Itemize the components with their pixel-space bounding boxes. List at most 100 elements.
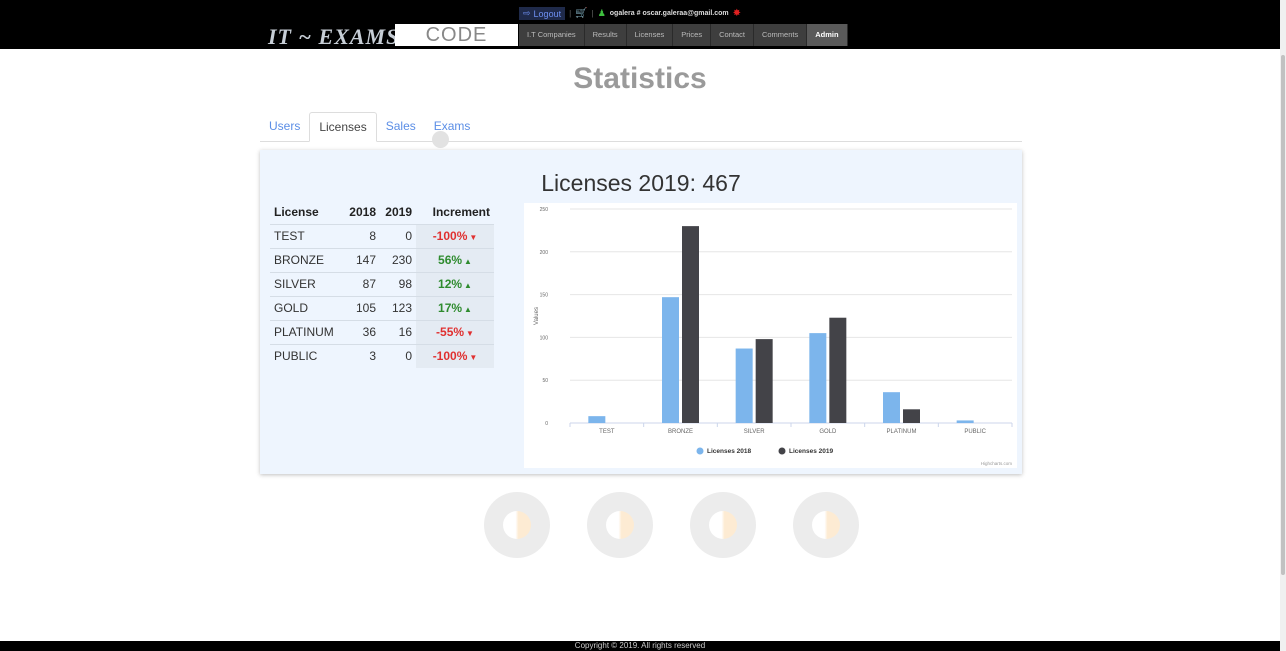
page-title: Statistics — [573, 62, 707, 95]
card-title: Licenses 2019: 467 — [541, 170, 741, 196]
value-2018-cell-text: 3 — [369, 349, 376, 364]
loading-spinner — [484, 492, 550, 558]
increment-cell: -100% ▼ — [416, 343, 494, 368]
increment-cell-text: 17% — [438, 301, 463, 315]
logout-icon: ⇨ — [523, 8, 531, 18]
license-cell-text: PUBLIC — [274, 349, 318, 364]
bar-2018 — [735, 348, 753, 423]
value-2019-cell: 98 — [380, 271, 416, 296]
license-cell: PUBLIC — [270, 343, 342, 368]
user-email[interactable]: ogalera # oscar.galeraa@gmail.com — [610, 10, 729, 17]
spinner-core — [503, 511, 531, 539]
trend-up-icon: ▲ — [464, 305, 472, 314]
value-2018-cell-text: 105 — [355, 301, 376, 315]
bar-2019 — [903, 409, 920, 423]
bar-2018 — [662, 297, 679, 423]
bar-chart-svg: 0 50 100 150 200 250 Values TEST BRONZE SILVER GOL… — [534, 207, 1013, 466]
legend-label: Licenses 2019 — [789, 448, 833, 455]
nav-prices[interactable]: Prices — [673, 24, 712, 46]
legend-marker — [778, 447, 786, 455]
value-2018-cell: 8 — [342, 223, 380, 248]
tab-sales[interactable]: Sales — [377, 112, 425, 142]
nav-licenses[interactable]: Licenses — [626, 24, 674, 46]
value-2018-cell-text: 87 — [362, 277, 376, 291]
logout-label: Logout — [533, 8, 562, 19]
licenses-card: Licenses 2019: 467 License 2018 2019 Inc… — [260, 150, 1022, 474]
value-2019-cell-text: 0 — [405, 229, 412, 243]
trend-up-icon: ▲ — [464, 257, 472, 266]
value-2019-cell: 0 — [380, 343, 416, 368]
site-logo[interactable]: IT ~ EXAMS — [268, 24, 399, 50]
table-row: GOLD 105 123 17% ▲ — [270, 295, 494, 320]
column-header: 2018 — [349, 204, 376, 219]
increment-cell: -100% ▼ — [416, 223, 494, 248]
value-2018-cell: 36 — [342, 319, 380, 344]
y-tick-label: 150 — [540, 293, 549, 299]
tab-users[interactable]: Users — [260, 112, 309, 142]
x-tick-label: GOLD — [819, 429, 837, 435]
user-bar: ⇨ Logout | 🛒 | ♟ ogalera # oscar.galeraa… — [519, 6, 741, 21]
value-2018-cell-text: 36 — [362, 325, 376, 339]
loading-spinner — [690, 492, 756, 558]
nav-contact[interactable]: Contact — [711, 24, 754, 46]
x-tick-label: BRONZE — [668, 429, 693, 435]
x-tick-label: TEST — [599, 429, 615, 435]
increment-cell: 17% ▲ — [416, 295, 494, 320]
bar-2018 — [809, 333, 827, 423]
licenses-chart: 0 50 100 150 200 250 Values TEST BRONZE SILVER GOL… — [524, 203, 1017, 468]
nav-it-companies[interactable]: I.T Companies — [519, 24, 585, 46]
stats-tabs: Users Licenses Sales Exams — [260, 112, 1022, 142]
increment-cell: 12% ▲ — [416, 271, 494, 296]
value-2018-cell: 105 — [342, 295, 380, 320]
value-2019-cell-text: 98 — [398, 277, 412, 291]
bar-2018 — [883, 392, 900, 423]
value-2018-cell: 147 — [342, 247, 380, 272]
table-row: PLATINUM 36 16 -55% ▼ — [270, 319, 494, 344]
value-2019-cell-text: 230 — [391, 253, 412, 267]
increment-cell: -55% ▼ — [416, 319, 494, 344]
y-axis-title: Values — [534, 307, 540, 325]
nav-comments[interactable]: Comments — [753, 24, 808, 46]
license-cell-text: GOLD — [274, 301, 309, 315]
value-2019-cell: 0 — [380, 223, 416, 248]
loading-spinner — [793, 492, 859, 558]
logout-button[interactable]: ⇨ Logout — [519, 7, 566, 20]
license-cell: TEST — [270, 223, 342, 248]
divider: | — [569, 9, 572, 18]
y-tick-label: 200 — [540, 250, 549, 256]
scrollbar[interactable] — [1280, 0, 1286, 651]
tab-licenses[interactable]: Licenses — [309, 112, 377, 142]
license-cell-text: TEST — [274, 229, 305, 243]
main-nav: I.T Companies Results Licenses Prices Co… — [519, 24, 848, 46]
spinner-core — [812, 511, 840, 539]
trend-down-icon: ▼ — [469, 353, 478, 363]
nav-results[interactable]: Results — [584, 24, 627, 46]
value-2018-cell-text: 8 — [369, 229, 376, 243]
trend-up-icon: ▲ — [464, 281, 472, 290]
nav-admin[interactable]: Admin — [807, 24, 848, 46]
notification-icon[interactable]: ✸ — [733, 8, 741, 19]
cart-icon[interactable]: 🛒 — [575, 8, 587, 19]
legend-label: Licenses 2018 — [707, 448, 751, 455]
license-cell-text: BRONZE — [274, 253, 325, 267]
code-input[interactable]: CODE — [395, 24, 518, 46]
bar-2019 — [682, 226, 699, 423]
bar-2018 — [588, 416, 606, 423]
increment-cell-text: -100% — [432, 229, 468, 243]
value-2019-cell: 230 — [380, 247, 416, 272]
license-cell: GOLD — [270, 295, 342, 320]
licenses-table: License 2018 2019 Increment TEST 8 0 -100% ▼… — [270, 200, 494, 368]
user-icon: ♟ — [597, 8, 606, 18]
bar-2019 — [829, 317, 847, 423]
license-cell: BRONZE — [270, 247, 342, 272]
top-bar: IT ~ EXAMS CODE ⇨ Logout | 🛒 | ♟ ogalera… — [0, 0, 1280, 49]
divider: | — [591, 9, 594, 18]
scrollbar-thumb[interactable] — [1281, 55, 1285, 575]
increment-cell-text: -100% — [432, 349, 468, 364]
value-2018-cell-text: 147 — [355, 253, 376, 267]
y-tick-label: 100 — [540, 335, 549, 341]
x-tick-label: PUBLIC — [964, 429, 986, 435]
trend-down-icon: ▼ — [466, 329, 474, 338]
increment-cell: 56% ▲ — [416, 247, 494, 272]
value-2019-cell-text: 123 — [391, 301, 412, 315]
